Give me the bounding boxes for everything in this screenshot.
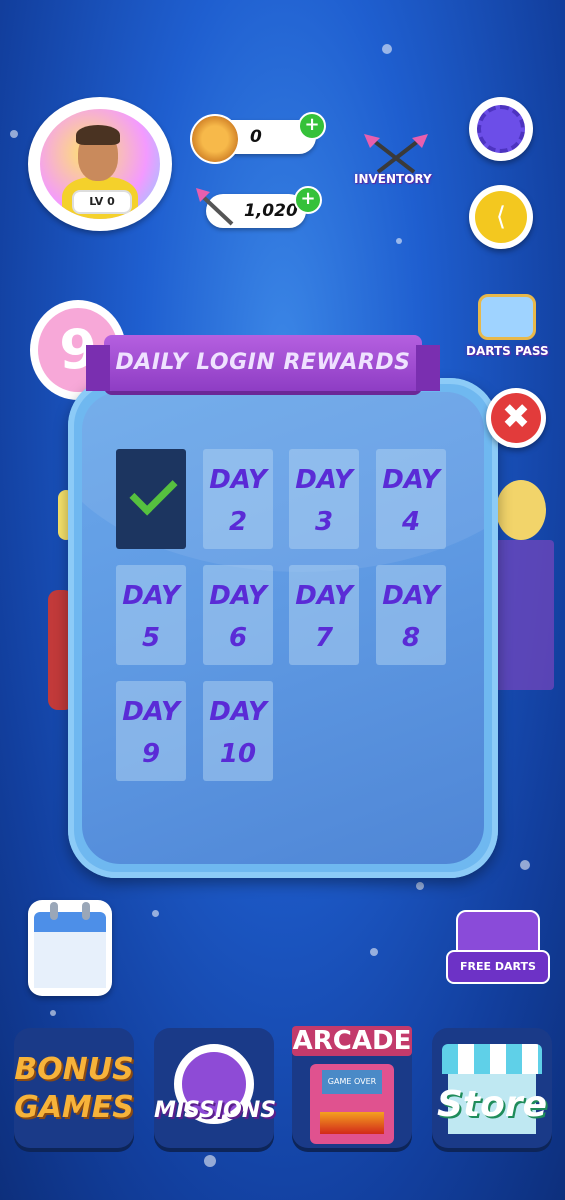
- sparkle: [416, 882, 424, 890]
- day-number: 9: [141, 739, 161, 769]
- arcade-button[interactable]: ARCADE GAME OVER: [292, 1026, 412, 1148]
- dart-icon: [196, 188, 234, 226]
- day-tile[interactable]: DAY 4: [376, 449, 446, 549]
- calendar-icon: [34, 912, 106, 932]
- right-deco: [496, 480, 546, 540]
- share-button[interactable]: ⟨: [469, 185, 533, 249]
- day-word: DAY: [209, 697, 267, 727]
- day-number: 5: [141, 623, 161, 653]
- coins-counter: 0 +: [190, 112, 326, 164]
- day-tile[interactable]: DAY 7: [289, 565, 359, 665]
- day-tile[interactable]: DAY 5: [116, 565, 186, 665]
- share-icon: ⟨: [475, 191, 527, 243]
- day-tile[interactable]: DAY 3: [289, 449, 359, 549]
- coin-icon: [190, 114, 240, 164]
- avatar-hair: [76, 125, 120, 145]
- sparkle: [382, 44, 392, 54]
- darts-counter: 1,020 +: [196, 186, 322, 228]
- day-word: DAY: [209, 581, 267, 611]
- arcade-label: ARCADE: [292, 1026, 412, 1056]
- day-word: DAY: [295, 465, 353, 495]
- day-number: 10: [219, 739, 257, 769]
- darts-value: 1,020: [244, 201, 298, 221]
- level-badge: LV 0: [72, 190, 132, 214]
- day-word: DAY: [382, 581, 440, 611]
- calendar-ring: [50, 902, 58, 920]
- free-darts-button[interactable]: FREE DARTS: [446, 950, 550, 984]
- gear-icon: [477, 105, 525, 153]
- modal-title-ribbon: DAILY LOGIN REWARDS: [86, 335, 440, 391]
- bonus-games-button[interactable]: BONUS GAMES: [14, 1028, 134, 1148]
- missions-label: MISSIONS: [154, 1098, 277, 1123]
- arcade-cabinet-icon: GAME OVER: [310, 1064, 394, 1144]
- arcade-screen: GAME OVER: [322, 1070, 382, 1094]
- sparkle: [152, 910, 159, 917]
- day-number: 2: [228, 507, 248, 537]
- player-avatar[interactable]: LV 0: [28, 97, 172, 231]
- arcade-fire: [320, 1112, 384, 1134]
- calendar-page: [34, 932, 106, 988]
- sparkle: [520, 860, 530, 870]
- day-word: DAY: [122, 581, 180, 611]
- add-coins-button[interactable]: +: [298, 112, 326, 140]
- day-tile[interactable]: DAY 6: [203, 565, 273, 665]
- store-label: Store: [436, 1084, 548, 1125]
- day-tile-claimed[interactable]: [116, 449, 186, 549]
- day-word: DAY: [295, 581, 353, 611]
- missions-button[interactable]: MISSIONS: [154, 1028, 277, 1148]
- close-icon: ✖: [491, 393, 541, 443]
- sparkle: [10, 130, 18, 138]
- calendar-ring: [82, 902, 90, 920]
- right-deco-blocks: [494, 540, 554, 690]
- sparkle: [396, 238, 402, 244]
- inventory-button[interactable]: INVENTORY: [352, 132, 440, 192]
- day-tile[interactable]: DAY 10: [203, 681, 273, 781]
- calendar-button[interactable]: [28, 900, 112, 996]
- day-tile[interactable]: DAY 2: [203, 449, 273, 549]
- sparkle: [50, 1010, 56, 1016]
- darts-pass-label: DARTS PASS: [466, 344, 549, 358]
- day-word: DAY: [382, 465, 440, 495]
- ticket-icon: [478, 294, 536, 340]
- modal-title: DAILY LOGIN REWARDS: [115, 350, 411, 375]
- crossed-darts-icon: [364, 134, 428, 174]
- day-number: 4: [401, 507, 421, 537]
- checkmark-icon: [129, 467, 178, 516]
- store-awning-icon: [442, 1044, 542, 1074]
- darts-pass-button[interactable]: DARTS PASS: [462, 290, 552, 364]
- day-number: 6: [228, 623, 248, 653]
- sparkle: [370, 948, 378, 956]
- day-word: DAY: [209, 465, 267, 495]
- coins-value: 0: [250, 127, 262, 147]
- add-darts-button[interactable]: +: [294, 186, 322, 214]
- close-modal-button[interactable]: ✖: [486, 388, 546, 448]
- day-tile[interactable]: DAY 9: [116, 681, 186, 781]
- store-button[interactable]: Store: [432, 1028, 552, 1148]
- day-word: DAY: [122, 697, 180, 727]
- day-number: 8: [401, 623, 421, 653]
- bonus-games-line2: GAMES: [14, 1090, 134, 1125]
- bonus-games-line1: BONUS: [14, 1052, 134, 1087]
- sparkle: [204, 1155, 216, 1167]
- settings-button[interactable]: [469, 97, 533, 161]
- day-number: 3: [314, 507, 334, 537]
- day-tile[interactable]: DAY 8: [376, 565, 446, 665]
- inventory-label: INVENTORY: [354, 172, 432, 186]
- day-number: 7: [314, 623, 334, 653]
